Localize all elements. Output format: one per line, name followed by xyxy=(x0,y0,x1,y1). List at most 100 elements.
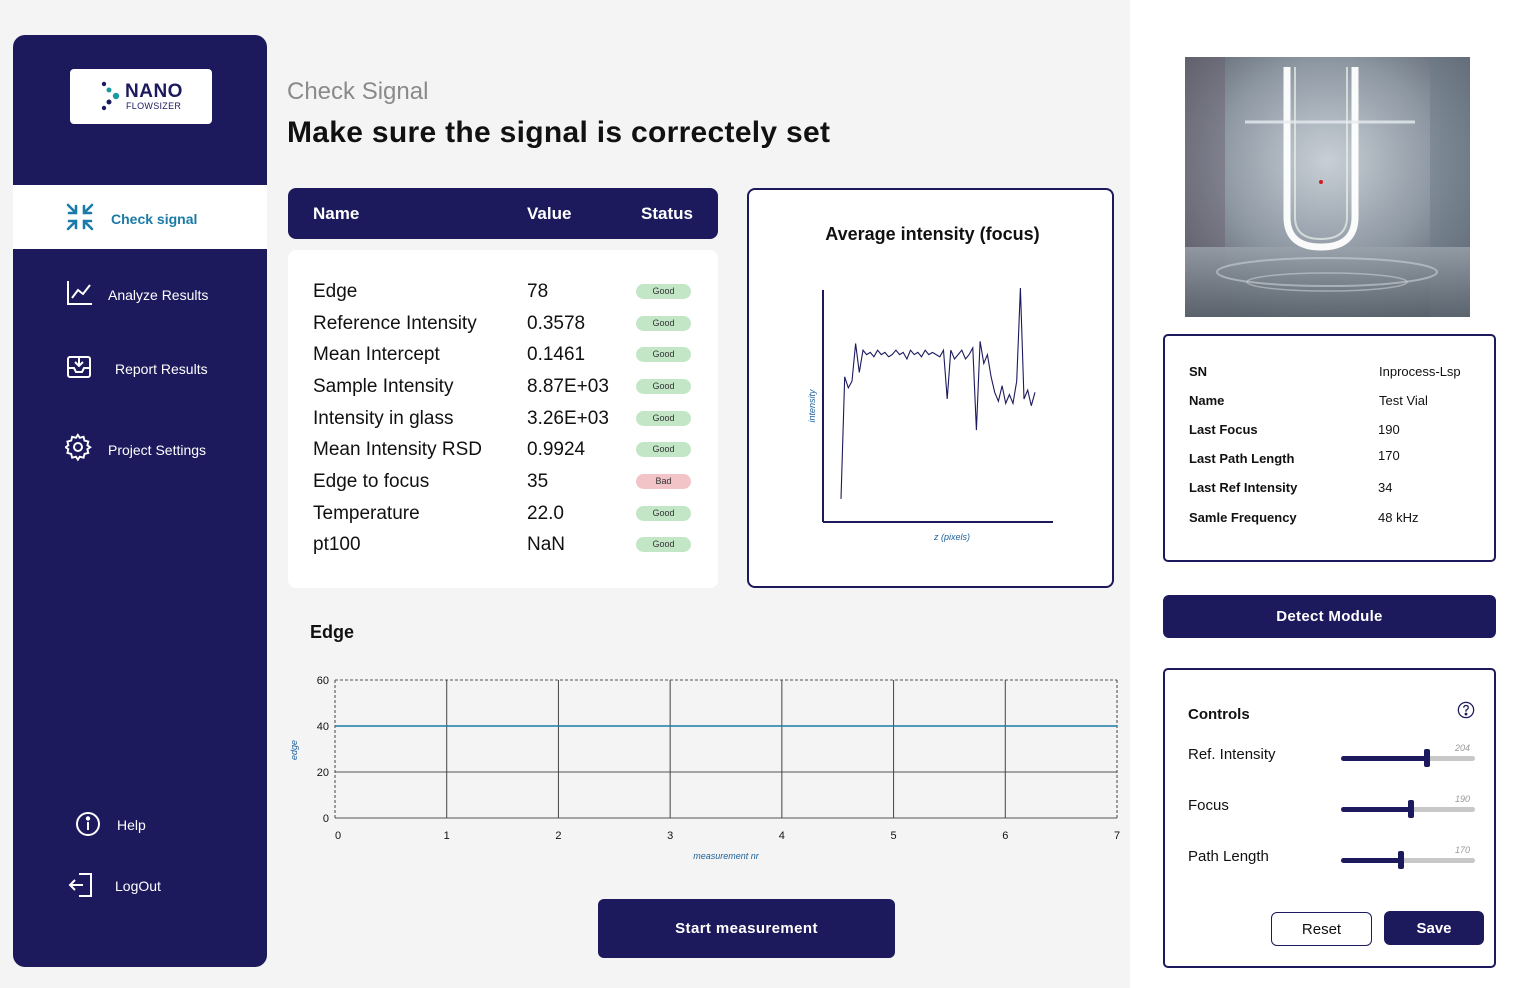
param-value: 22.0 xyxy=(527,503,564,524)
nav-item-check-signal[interactable]: Check signal xyxy=(13,185,267,249)
slider-value: 190 xyxy=(1454,794,1470,804)
param-row: Sample Intensity 8.87E+03 Good xyxy=(288,373,718,403)
nano-flowsizer-logo: NANO FLOWSIZER xyxy=(70,69,212,124)
nav-item-report-results[interactable]: Report Results xyxy=(13,335,267,399)
reset-button[interactable]: Reset xyxy=(1271,912,1372,946)
nav-label-logout: LogOut xyxy=(115,878,161,894)
focus-x-axis-label: z (pixels) xyxy=(933,532,970,542)
detect-module-button[interactable]: Detect Module xyxy=(1163,595,1496,638)
intensity-series-line xyxy=(840,287,1036,499)
status-badge: Good xyxy=(636,442,691,457)
x-tick-label: 4 xyxy=(779,830,785,842)
param-row: Reference Intensity 0.3578 Good xyxy=(288,310,718,340)
save-button[interactable]: Save xyxy=(1384,911,1484,945)
device-info-key: Last Path Length xyxy=(1189,451,1295,466)
slider-thumb[interactable] xyxy=(1407,800,1414,818)
x-tick-label: 6 xyxy=(1002,830,1008,842)
x-tick-label: 7 xyxy=(1114,830,1120,842)
line-chart-icon xyxy=(67,281,92,305)
slider-label: Ref. Intensity xyxy=(1188,746,1276,763)
controls-title: Controls xyxy=(1188,706,1250,723)
status-badge: Good xyxy=(636,316,691,331)
device-info-value: Inprocess-Lsp xyxy=(1379,364,1461,379)
nav-item-analyze-results[interactable]: Analyze Results xyxy=(13,261,267,325)
nav-label-project-settings: Project Settings xyxy=(108,442,207,458)
edge-chart: 0 20 40 60 0 1 2 3 4 5 6 7 measurement nr edge xyxy=(289,675,1120,861)
nav-item-project-settings[interactable]: Project Settings xyxy=(13,416,267,480)
nav-item-logout[interactable]: LogOut xyxy=(13,852,267,916)
slider-track[interactable]: 204 xyxy=(1341,743,1475,767)
x-tick-label: 5 xyxy=(891,830,897,842)
param-name: pt100 xyxy=(313,534,361,555)
device-info-key: Samle Frequency xyxy=(1189,510,1297,525)
x-tick-label: 1 xyxy=(444,830,450,842)
camera-preview xyxy=(1185,57,1470,317)
y-tick-label: 20 xyxy=(317,767,329,779)
start-measurement-button[interactable]: Start measurement xyxy=(598,899,895,958)
logo-dots-icon xyxy=(101,81,120,111)
params-table-body: Edge 78 Good Reference Intensity 0.3578 Good M… xyxy=(288,250,718,588)
device-info-key: Last Ref Intensity xyxy=(1189,480,1298,495)
param-name: Edge xyxy=(313,281,358,302)
logo-subbrand: FLOWSIZER xyxy=(126,101,182,111)
param-name: Mean Intercept xyxy=(313,344,440,365)
slider-fill xyxy=(1341,858,1402,863)
param-row: Edge to focus 35 Bad xyxy=(288,468,718,498)
nav-item-help[interactable]: Help xyxy=(13,791,267,855)
device-info-value: 170 xyxy=(1378,448,1400,463)
device-info-value: 190 xyxy=(1378,422,1400,437)
param-row: Temperature 22.0 Good xyxy=(288,500,718,530)
param-name: Intensity in glass xyxy=(313,408,454,429)
gear-icon xyxy=(65,433,92,462)
slider-track[interactable]: 190 xyxy=(1341,794,1475,818)
device-info-key: Last Focus xyxy=(1189,422,1258,437)
sidebar: NANO FLOWSIZER Check signal Analyze Resu… xyxy=(13,35,267,967)
param-row: Mean Intercept 0.1461 Good xyxy=(288,341,718,371)
x-tick-label: 3 xyxy=(667,830,673,842)
help-question-icon[interactable] xyxy=(1457,701,1475,719)
slider-fill xyxy=(1341,807,1411,812)
nav-label-help: Help xyxy=(117,817,146,833)
param-value: 8.87E+03 xyxy=(527,376,609,397)
device-info-key: SN xyxy=(1189,364,1208,379)
compress-arrows-icon xyxy=(66,203,94,231)
col-header-name: Name xyxy=(313,204,360,223)
x-tick-label: 0 xyxy=(335,830,341,842)
nav-label-report-results: Report Results xyxy=(115,361,208,377)
param-value: 35 xyxy=(527,471,549,492)
param-row: pt100 NaN Good xyxy=(288,531,718,561)
param-value: NaN xyxy=(527,534,566,555)
page-subtitle: Check Signal xyxy=(287,78,429,105)
focus-y-axis-label: intensity xyxy=(807,389,817,423)
param-value: 0.9924 xyxy=(527,439,586,460)
param-row: Intensity in glass 3.26E+03 Good xyxy=(288,405,718,435)
param-value: 0.3578 xyxy=(527,313,586,334)
y-tick-label: 60 xyxy=(317,675,329,687)
device-info-panel: SN Inprocess-Lsp Name Test Vial Last Focus 19… xyxy=(1163,334,1496,562)
slider-thumb[interactable] xyxy=(1423,749,1430,767)
edge-x-axis-label: measurement nr xyxy=(693,851,760,861)
params-table-header: Name Value Status xyxy=(288,188,718,239)
slider-track[interactable]: 170 xyxy=(1341,845,1475,869)
nav-label-analyze-results: Analyze Results xyxy=(108,287,209,303)
page-title: Make sure the signal is correctely set xyxy=(287,116,831,149)
status-badge: Good xyxy=(636,347,691,362)
info-circle-icon xyxy=(76,812,100,836)
focus-chart: z (pixels) intensity xyxy=(807,287,1053,542)
edge-chart-title: Edge xyxy=(310,622,355,642)
param-name: Mean Intensity RSD xyxy=(313,439,482,460)
param-name: Sample Intensity xyxy=(313,376,454,397)
device-info-key: Name xyxy=(1189,393,1225,408)
device-info-value: 48 kHz xyxy=(1378,510,1419,525)
slider-value: 170 xyxy=(1454,845,1470,855)
vial-image xyxy=(1185,57,1470,317)
param-value: 3.26E+03 xyxy=(527,408,609,429)
edge-y-axis-label: edge xyxy=(289,740,299,760)
slider-fill xyxy=(1341,756,1427,761)
slider-thumb[interactable] xyxy=(1398,851,1405,869)
param-row: Edge 78 Good xyxy=(288,278,718,308)
device-info-value: Test Vial xyxy=(1379,393,1428,408)
status-badge: Good xyxy=(636,284,691,299)
status-badge: Good xyxy=(636,506,691,521)
slider-value: 204 xyxy=(1454,743,1470,753)
